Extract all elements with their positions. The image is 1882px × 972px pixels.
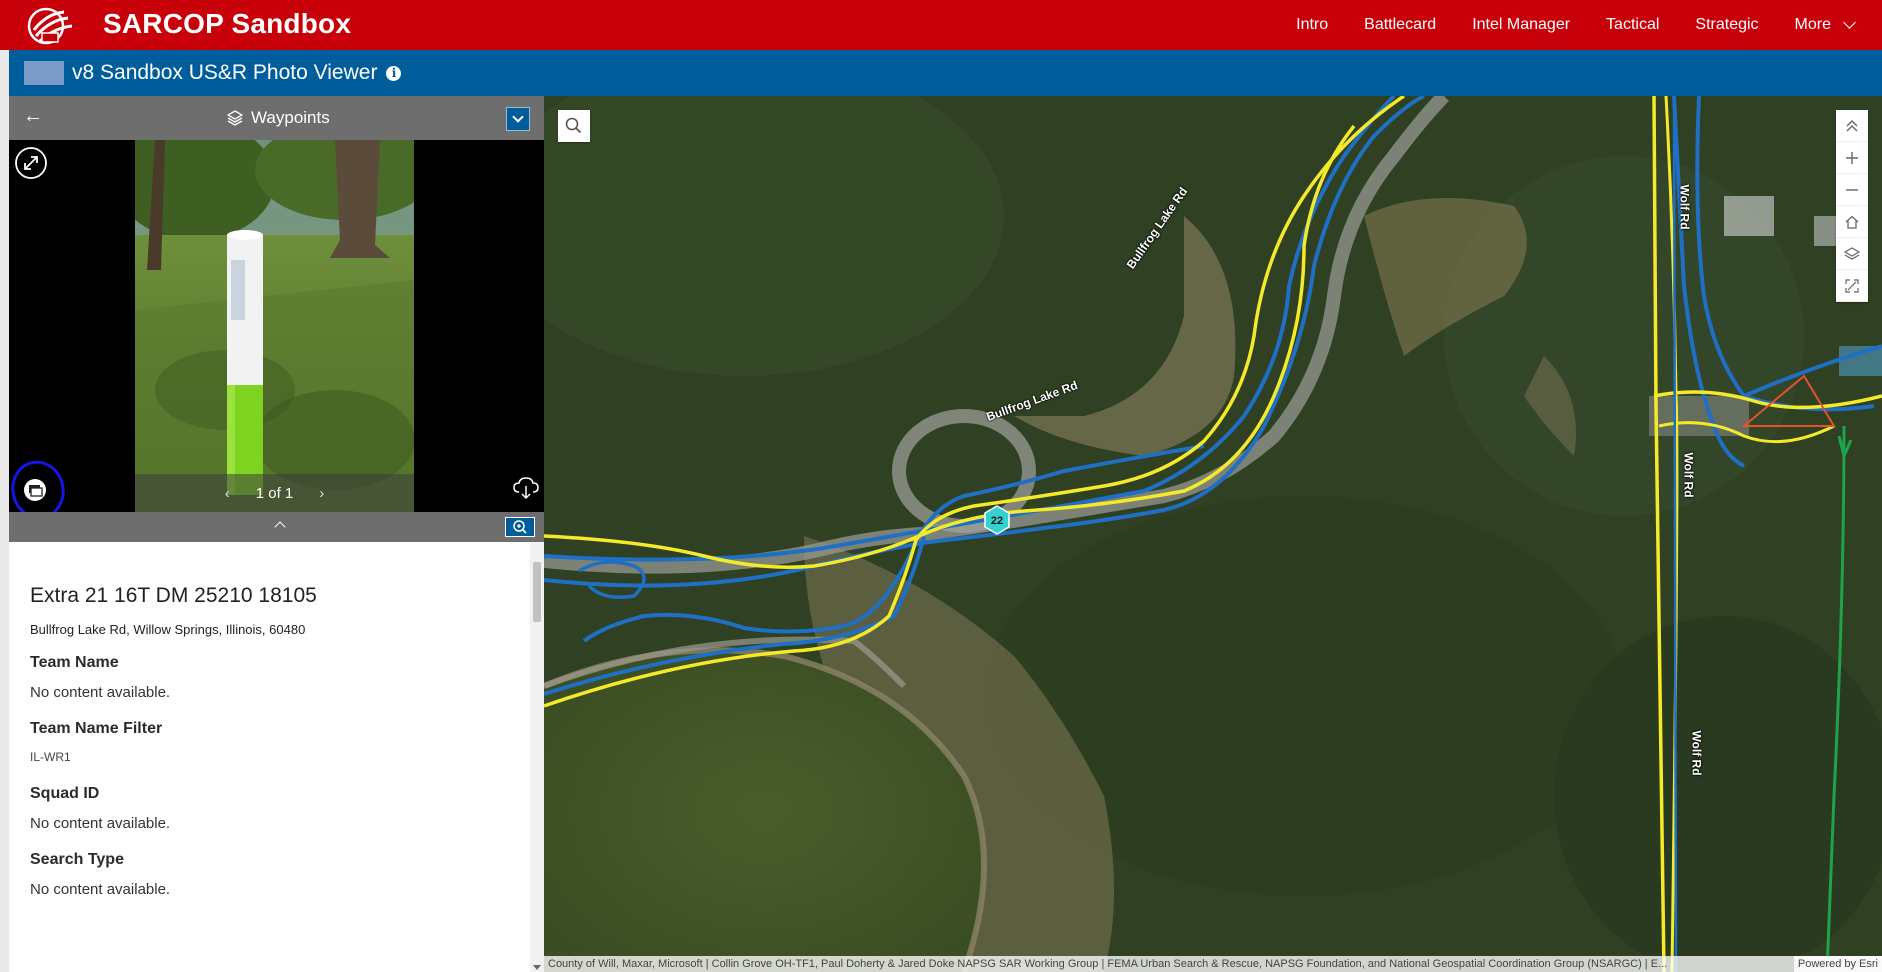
waypoint-marker-label: 22 [991,515,1003,527]
nav-intro[interactable]: Intro [1296,16,1328,34]
nav-intel-manager[interactable]: Intel Manager [1472,16,1570,34]
home-button[interactable] [1836,206,1868,238]
photo-pagination: ‹ 1 of 1 › [135,474,414,512]
map-search-button[interactable] [558,110,590,142]
layer-list-button[interactable] [1836,238,1868,270]
layer-selector[interactable]: Waypoints [227,108,330,128]
photo-viewer: ‹ 1 of 1 › [9,140,544,520]
search-icon [565,117,582,134]
nav-more-label: More [1794,16,1831,33]
app-header: v8 Sandbox US&R Photo Viewer i [9,50,1882,96]
home-icon [1845,215,1859,229]
field-value-squad-id: No content available. [30,815,171,832]
chevron-down-icon [1843,15,1856,29]
collapse-bar[interactable] [9,512,544,542]
field-label-search-type: Search Type [30,851,124,868]
next-photo-button[interactable]: › [319,485,324,502]
field-value-search-type: No content available. [30,881,171,898]
plus-icon [1846,151,1858,164]
field-label-squad-id: Squad ID [30,785,100,802]
field-label-team-name: Team Name [30,654,119,671]
zoom-to-icon[interactable] [505,517,535,537]
double-chevron-up-icon [1846,119,1858,131]
details-scrollbar[interactable] [530,542,544,972]
layer-dropdown-button[interactable] [506,107,530,131]
feature-title: Extra 21 16T DM 25210 18105 [30,584,317,607]
road-label-wolf-rd-2: Wolf Rd [1681,452,1696,498]
prev-photo-button[interactable]: ‹ [225,485,230,502]
fullscreen-icon [1845,278,1859,293]
nav-more[interactable]: More [1794,15,1856,34]
panel-header: ← Waypoints [9,96,544,140]
road-label-wolf-rd-3: Wolf Rd [1689,730,1704,776]
app-brand: SARCOP Sandbox [103,8,352,39]
photo-panel: ← Waypoints ‹ 1 of 1 › Extra 21 16T DM 2… [9,96,544,972]
main-nav: Intro Battlecard Intel Manager Tactical … [1260,0,1856,50]
app-thumbnail [24,61,64,85]
nav-battlecard[interactable]: Battlecard [1364,16,1436,34]
waypoint-photo[interactable] [135,140,414,512]
nav-tactical[interactable]: Tactical [1606,16,1659,34]
photo-counter: 1 of 1 [255,484,294,502]
map-attribution: County of Will, Maxar, Microsoft | Colli… [544,956,1882,972]
minus-icon [1846,188,1858,191]
expand-icon[interactable] [14,146,48,180]
powered-by-esri[interactable]: Powered by Esri [1793,956,1882,972]
chevron-up-icon [274,521,286,533]
feature-address: Bullfrog Lake Rd, Willow Springs, Illino… [30,622,306,637]
left-edge [0,50,9,972]
app-title: v8 Sandbox US&R Photo Viewer [72,61,378,84]
chevron-down-icon [512,111,524,123]
top-bar: SARCOP Sandbox Intro Battlecard Intel Ma… [0,0,1882,50]
road-label-wolf-rd-1: Wolf Rd [1677,184,1692,230]
collapse-toolbar-button[interactable] [1836,110,1868,142]
map-toolbar [1836,110,1868,302]
nav-strategic[interactable]: Strategic [1695,16,1758,34]
map-view[interactable]: Bullfrog Lake Rd Bullfrog Lake Rd Wolf R… [544,96,1882,972]
info-icon[interactable]: i [386,65,402,81]
zoom-out-button[interactable] [1836,174,1868,206]
feature-details: Extra 21 16T DM 25210 18105 Bullfrog Lak… [9,542,544,972]
zoom-in-button[interactable] [1836,142,1868,174]
waypoint-marker[interactable]: 22 [982,505,1012,535]
cloud-download-icon[interactable] [513,476,539,500]
field-value-team-name-filter: IL-WR1 [30,750,71,764]
fullscreen-button[interactable] [1836,270,1868,302]
layers-icon [1844,246,1860,260]
field-label-team-name-filter: Team Name Filter [30,720,163,737]
scroll-down-arrow[interactable] [533,965,541,970]
back-button[interactable]: ← [23,105,43,128]
layer-title: Waypoints [251,108,330,127]
layers-icon [227,110,243,126]
sarcop-logo-icon[interactable] [24,4,76,46]
scrollbar-thumb[interactable] [533,562,541,622]
field-value-team-name: No content available. [30,684,171,701]
